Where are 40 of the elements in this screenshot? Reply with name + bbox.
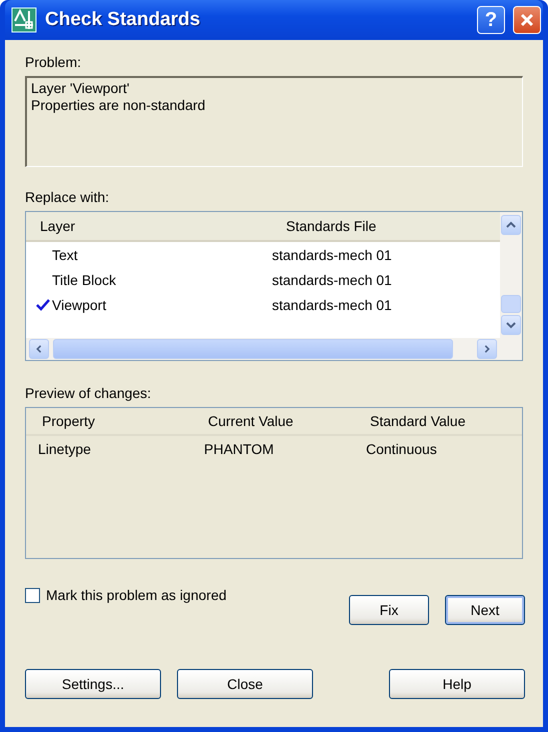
app-icon [11,7,37,33]
column-header[interactable]: Standards File [272,218,500,234]
problem-text: Layer 'Viewport' [31,80,130,97]
section-label: Replace with: [25,189,110,205]
list-item[interactable]: Text [52,246,272,262]
scroll-right-button[interactable] [477,339,497,359]
dialog-button[interactable]: Close [177,669,313,699]
table-cell-text: standards-mech 01 [272,296,393,312]
action-button[interactable]: Fix [349,595,429,625]
scroll-up-button[interactable] [501,215,521,235]
caret-left-icon [34,345,44,353]
action-button[interactable]: Next [445,595,525,625]
caret-down-icon [506,321,516,329]
column-header: Current Value [207,413,294,429]
section-label: Preview of changes: [25,385,152,401]
scrollbar-thumb[interactable] [53,339,453,359]
list-item[interactable]: Title Block [52,272,272,288]
table-cell-text: standards-mech 01 [272,246,393,262]
section-label: Problem: [25,54,82,70]
help-button[interactable]: ? [477,6,505,34]
scroll-down-button[interactable] [501,315,521,335]
dialog-button[interactable]: Settings... [25,669,161,699]
table-cell-text: Continuous [365,441,438,457]
window-title: Check Standards [45,9,202,31]
caret-right-icon [482,345,492,353]
column-header: Property [41,413,96,429]
table-cell-text: standards-mech 01 [272,272,393,288]
close-icon [520,13,534,27]
list-item[interactable]: Viewport [52,296,272,312]
dialog-button[interactable]: Help [389,669,525,699]
problem-text: Properties are non-standard [31,97,206,114]
table-cell-text: Linetype [37,441,92,457]
scrollbar-thumb[interactable] [501,295,521,313]
column-header[interactable]: Layer [26,218,272,234]
scroll-left-button[interactable] [29,339,49,359]
close-button[interactable] [513,6,541,34]
table-cell-text: PHANTOM [203,441,275,457]
ignore-checkbox[interactable]: Mark this problem as ignored [25,587,227,603]
caret-up-icon [506,221,516,229]
column-header: Standard Value [369,413,466,429]
